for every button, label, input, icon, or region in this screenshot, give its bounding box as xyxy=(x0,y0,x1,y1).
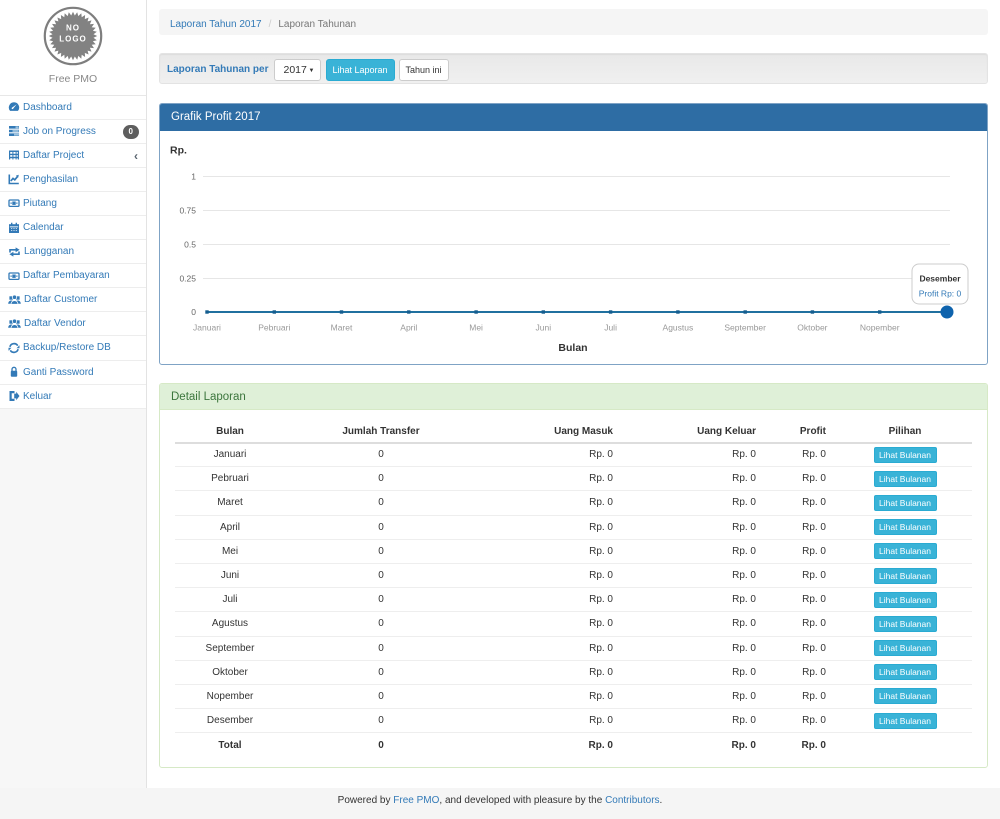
svg-text:0.5: 0.5 xyxy=(184,239,196,249)
svg-text:NO: NO xyxy=(66,24,80,33)
svg-text:Bulan: Bulan xyxy=(558,342,587,354)
svg-text:Januari: Januari xyxy=(193,322,221,332)
svg-text:Rp.: Rp. xyxy=(170,144,187,156)
svg-text:Profit Rp: 0: Profit Rp: 0 xyxy=(919,288,962,298)
svg-text:0: 0 xyxy=(191,307,196,317)
svg-text:Juni: Juni xyxy=(536,322,552,332)
svg-text:Nopember: Nopember xyxy=(860,322,900,332)
svg-text:Pebruari: Pebruari xyxy=(258,322,290,332)
svg-text:Oktober: Oktober xyxy=(797,322,827,332)
svg-text:Juli: Juli xyxy=(604,322,617,332)
svg-text:Agustus: Agustus xyxy=(663,322,694,332)
svg-text:Maret: Maret xyxy=(331,322,353,332)
svg-text:0.75: 0.75 xyxy=(179,205,196,215)
svg-text:LOGO: LOGO xyxy=(59,35,87,44)
svg-text:0.25: 0.25 xyxy=(179,273,196,283)
svg-text:1: 1 xyxy=(191,171,196,181)
svg-text:Desember: Desember xyxy=(919,273,961,283)
svg-text:Mei: Mei xyxy=(469,322,483,332)
svg-text:September: September xyxy=(724,322,766,332)
svg-text:April: April xyxy=(400,322,417,332)
